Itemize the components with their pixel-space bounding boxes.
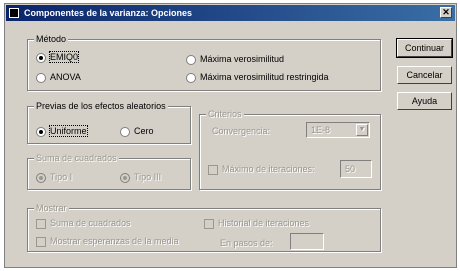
radio-anova-label: ANOVA [50,72,81,82]
radio-uniforme[interactable]: Uniforme [36,125,88,137]
radio-dot[interactable] [186,54,196,65]
radio-tipo-iii-label: Tipo III [134,172,162,182]
radio-uniforme-label: Uniforme [49,125,88,137]
radio-emiq0[interactable]: EMIQ0 [36,51,80,63]
radio-dot[interactable] [36,72,46,83]
radio-cero-label: Cero [134,126,154,136]
convergencia-select[interactable]: 1E-8 ▼ [306,122,370,138]
en-pasos-input[interactable] [290,233,324,250]
ayuda-button[interactable]: Ayuda [397,92,452,110]
iteraciones-label: Máximo de iteraciones: [222,164,315,174]
radio-maxima-verosimilitud-restringida[interactable]: Máxima verosimilitud restringida [186,72,329,83]
checkbox-box[interactable] [208,164,218,175]
radio-dot-selected[interactable] [36,172,46,183]
convergencia-value: 1E-8 [311,125,331,135]
radio-maxima-verosimilitud-label: Máxima verosimilitud [200,54,285,64]
dialog-window: Componentes de la varianza: Opciones ✕ M… [4,3,457,268]
cancelar-button[interactable]: Cancelar [397,66,452,84]
suma-cuadrados-checkbox[interactable]: Suma de cuadrados [36,218,131,229]
radio-dot-selected[interactable] [120,172,130,183]
radio-cero[interactable]: Cero [120,126,154,137]
radio-dot-selected[interactable] [36,126,46,137]
radio-anova[interactable]: ANOVA [36,72,81,83]
radio-emiq0-label: EMIQ0 [48,51,80,63]
title-bar[interactable]: Componentes de la varianza: Opciones ✕ [6,5,455,21]
radio-dot-selected[interactable] [36,52,46,63]
previas-group: Previas de los efectos aleatorios Unifor… [27,101,191,144]
iteraciones-checkbox[interactable]: Máximo de iteraciones: [208,164,315,175]
esperanzas-checkbox[interactable]: Mostrar esperanzas de la media [36,236,179,247]
suma-cuadrados-check-label: Suma de cuadrados [50,218,131,228]
close-icon[interactable]: ✕ [440,7,452,18]
iteraciones-value: 50 [345,164,356,174]
checkbox-box[interactable] [36,218,46,229]
radio-maxima-verosimilitud-restringida-label: Máxima verosimilitud restringida [200,72,329,82]
esperanzas-check-label: Mostrar esperanzas de la media [50,236,179,246]
iteraciones-input[interactable]: 50 [340,160,372,178]
radio-tipo-i[interactable]: Tipo I [36,172,72,183]
criterios-legend: Criterios [206,109,244,119]
spss-window-icon [9,8,19,18]
previas-legend: Previas de los efectos aleatorios [34,101,168,111]
radio-maxima-verosimilitud[interactable]: Máxima verosimilitud [186,54,284,65]
suma-cuadrados-group: Suma de cuadrados Tipo I Tipo III [27,153,191,190]
radio-dot[interactable] [120,126,130,137]
window-title: Componentes de la varianza: Opciones [24,8,193,18]
radio-tipo-i-label: Tipo I [50,172,73,182]
checkbox-box[interactable] [204,218,214,229]
metodo-group: Método EMIQ0 ANOVA Máxima verosimilitud … [27,34,381,91]
suma-cuadrados-legend: Suma de cuadrados [34,153,119,163]
radio-dot[interactable] [186,72,196,83]
convergencia-label: Convergencia: [212,126,271,136]
en-pasos-label: En pasos de: [220,238,273,248]
checkbox-box[interactable] [36,236,46,247]
chevron-down-icon[interactable]: ▼ [356,124,368,136]
continuar-button[interactable]: Continuar [396,38,453,58]
historial-checkbox[interactable]: Historial de iteraciones [204,218,309,229]
mostrar-group: Mostrar Suma de cuadrados Mostrar espera… [27,203,381,252]
historial-check-label: Historial de iteraciones [218,218,310,228]
criterios-group: Criterios Convergencia: 1E-8 ▼ Máximo de… [199,109,381,190]
metodo-legend: Método [34,34,69,44]
mostrar-legend: Mostrar [34,203,69,213]
radio-tipo-iii[interactable]: Tipo III [120,172,161,183]
